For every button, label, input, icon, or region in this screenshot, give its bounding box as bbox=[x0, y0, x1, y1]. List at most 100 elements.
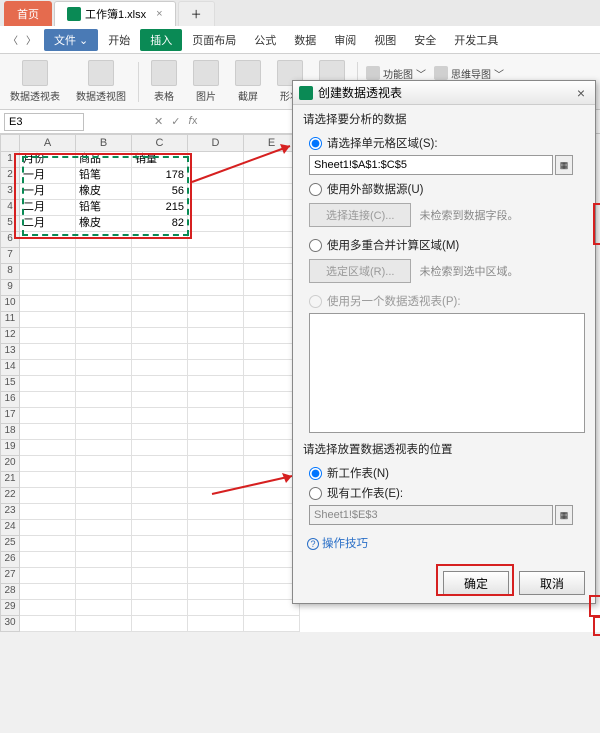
cell[interactable] bbox=[20, 584, 76, 600]
cell[interactable] bbox=[20, 536, 76, 552]
cell[interactable] bbox=[188, 472, 244, 488]
cell[interactable]: 一月 bbox=[20, 168, 76, 184]
cell[interactable] bbox=[188, 312, 244, 328]
cell[interactable] bbox=[188, 152, 244, 168]
radio-multi[interactable]: 使用多重合并计算区域(M) bbox=[309, 237, 585, 253]
btn-screenshot[interactable]: 截屏 bbox=[231, 58, 265, 105]
cell[interactable] bbox=[132, 376, 188, 392]
cell[interactable] bbox=[188, 616, 244, 632]
rtab-start[interactable]: 开始 bbox=[100, 29, 138, 51]
cell[interactable] bbox=[132, 264, 188, 280]
fx-icon[interactable]: 𝑓x bbox=[188, 115, 197, 128]
cell[interactable] bbox=[20, 408, 76, 424]
cell[interactable]: 铅笔 bbox=[76, 200, 132, 216]
rtab-layout[interactable]: 页面布局 bbox=[184, 29, 244, 51]
btn-table[interactable]: 表格 bbox=[147, 58, 181, 105]
tab-add[interactable]: ＋ bbox=[178, 1, 215, 26]
cell[interactable] bbox=[76, 520, 132, 536]
range-picker-icon[interactable]: ▦ bbox=[555, 155, 573, 175]
cell[interactable] bbox=[20, 312, 76, 328]
cell[interactable] bbox=[20, 488, 76, 504]
rtab-view[interactable]: 视图 bbox=[366, 29, 404, 51]
cell[interactable] bbox=[132, 360, 188, 376]
cell[interactable] bbox=[20, 520, 76, 536]
cell[interactable] bbox=[76, 472, 132, 488]
cancel-button[interactable]: 取消 bbox=[519, 571, 585, 595]
rtab-dev[interactable]: 开发工具 bbox=[446, 29, 506, 51]
cell[interactable] bbox=[76, 232, 132, 248]
cell[interactable] bbox=[76, 328, 132, 344]
cell[interactable] bbox=[132, 520, 188, 536]
fx-cancel-icon[interactable]: ✕ bbox=[154, 115, 163, 128]
cell[interactable] bbox=[132, 488, 188, 504]
cell[interactable] bbox=[76, 392, 132, 408]
cell[interactable] bbox=[132, 616, 188, 632]
cell[interactable] bbox=[76, 488, 132, 504]
cell[interactable] bbox=[76, 568, 132, 584]
cell[interactable]: 销量 bbox=[132, 152, 188, 168]
cell[interactable] bbox=[20, 376, 76, 392]
existing-location-input[interactable] bbox=[309, 505, 553, 525]
cell[interactable] bbox=[20, 504, 76, 520]
cell[interactable] bbox=[20, 264, 76, 280]
cell[interactable]: 橡皮 bbox=[76, 184, 132, 200]
cell[interactable] bbox=[76, 536, 132, 552]
cell[interactable]: 月份 bbox=[20, 152, 76, 168]
cell[interactable] bbox=[132, 424, 188, 440]
cell[interactable] bbox=[20, 392, 76, 408]
cell[interactable]: 215 bbox=[132, 200, 188, 216]
cell[interactable] bbox=[76, 248, 132, 264]
cell[interactable] bbox=[20, 552, 76, 568]
cell[interactable] bbox=[132, 408, 188, 424]
cell[interactable]: 二月 bbox=[20, 216, 76, 232]
cell[interactable] bbox=[188, 456, 244, 472]
cell[interactable] bbox=[188, 168, 244, 184]
cell[interactable] bbox=[20, 328, 76, 344]
cell[interactable] bbox=[20, 456, 76, 472]
cell[interactable] bbox=[188, 424, 244, 440]
cell[interactable] bbox=[188, 264, 244, 280]
radio-multi-input[interactable] bbox=[309, 239, 322, 252]
cell[interactable] bbox=[188, 296, 244, 312]
cell[interactable] bbox=[132, 552, 188, 568]
tab-workbook[interactable]: 工作簿1.xlsx × bbox=[54, 1, 176, 26]
file-menu[interactable]: 文件 ⌄ bbox=[44, 29, 98, 51]
cell[interactable]: 铅笔 bbox=[76, 168, 132, 184]
cell[interactable] bbox=[76, 504, 132, 520]
cell[interactable] bbox=[188, 184, 244, 200]
cell[interactable] bbox=[20, 248, 76, 264]
cell[interactable] bbox=[188, 536, 244, 552]
cell[interactable] bbox=[20, 472, 76, 488]
cell[interactable] bbox=[132, 232, 188, 248]
cell[interactable] bbox=[20, 344, 76, 360]
name-box[interactable] bbox=[4, 113, 84, 131]
cell[interactable] bbox=[76, 360, 132, 376]
cell[interactable] bbox=[188, 200, 244, 216]
cell[interactable] bbox=[76, 264, 132, 280]
cell[interactable] bbox=[132, 536, 188, 552]
cell[interactable] bbox=[188, 392, 244, 408]
rtab-security[interactable]: 安全 bbox=[406, 29, 444, 51]
cell[interactable] bbox=[132, 600, 188, 616]
cell[interactable] bbox=[188, 488, 244, 504]
chevron-left-icon[interactable]: 〈 bbox=[8, 32, 18, 47]
location-picker-icon[interactable]: ▦ bbox=[555, 505, 573, 525]
cell[interactable] bbox=[76, 440, 132, 456]
cell[interactable] bbox=[132, 440, 188, 456]
cell[interactable] bbox=[132, 472, 188, 488]
close-icon[interactable]: × bbox=[156, 8, 162, 20]
cell[interactable] bbox=[188, 216, 244, 232]
cell[interactable] bbox=[132, 312, 188, 328]
cell[interactable]: 178 bbox=[132, 168, 188, 184]
cell[interactable] bbox=[76, 376, 132, 392]
chevron-right-icon[interactable]: 〉 bbox=[26, 32, 36, 47]
cell[interactable] bbox=[76, 600, 132, 616]
cell[interactable] bbox=[188, 440, 244, 456]
cell[interactable] bbox=[76, 408, 132, 424]
btn-features[interactable]: 功能图 ﹀ bbox=[366, 66, 426, 81]
radio-new-sheet-input[interactable] bbox=[309, 467, 322, 480]
cell[interactable] bbox=[20, 424, 76, 440]
cell[interactable] bbox=[20, 232, 76, 248]
cell[interactable] bbox=[132, 392, 188, 408]
radio-cell-range[interactable]: 请选择单元格区域(S): bbox=[309, 135, 585, 151]
